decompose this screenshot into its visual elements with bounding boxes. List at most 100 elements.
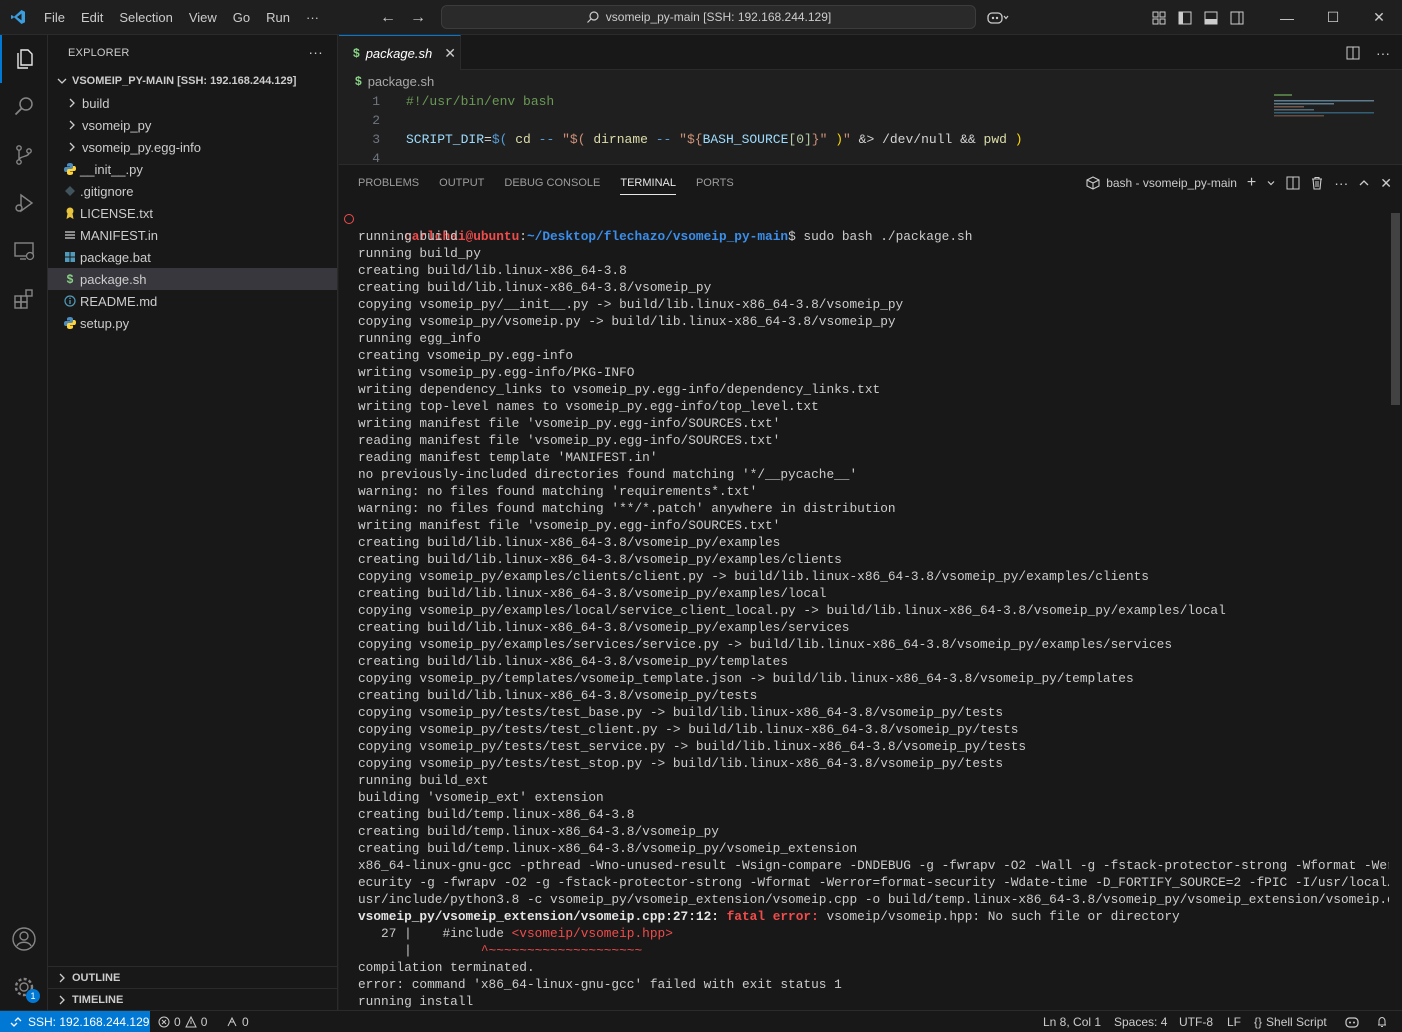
encoding[interactable]: UTF-8 xyxy=(1179,1011,1213,1032)
ports-indicator[interactable]: 0 xyxy=(226,1011,249,1032)
outline-section[interactable]: OUTLINE xyxy=(48,966,338,988)
tree-file[interactable]: LICENSE.txt xyxy=(48,202,337,224)
timeline-section[interactable]: TIMELINE xyxy=(48,988,338,1010)
run-debug-icon[interactable] xyxy=(0,179,48,227)
panel-more-icon[interactable]: ··· xyxy=(1334,175,1348,191)
notifications-bell-icon[interactable] xyxy=(1376,1011,1388,1032)
remote-indicator[interactable]: SSH: 192.168.244.129 xyxy=(0,1011,150,1032)
terminal-line: no previously-included directories found… xyxy=(358,467,858,482)
tree-file[interactable]: $ package.sh xyxy=(48,268,337,290)
terminal-actions: bash - vsomeip_py-main + ··· ✕ xyxy=(1086,165,1392,201)
maximize-button[interactable]: ☐ xyxy=(1310,0,1356,35)
code-token: = xyxy=(484,132,492,147)
editor-more-icon[interactable]: ··· xyxy=(1376,45,1390,61)
code-token: "$( xyxy=(562,132,586,147)
tab-problems[interactable]: PROBLEMS xyxy=(348,165,429,201)
copilot-icon[interactable] xyxy=(980,0,1016,35)
terminal-line: creating build/lib.linux-x86_64-3.8/vsom… xyxy=(358,535,781,550)
terminal-scrollbar[interactable] xyxy=(1391,211,1400,1006)
terminal-line: copying vsomeip_py/tests/test_service.py… xyxy=(358,739,1027,754)
tree-file[interactable]: MANIFEST.in xyxy=(48,224,337,246)
code-token: /dev/null xyxy=(874,132,961,147)
tab-debug-console[interactable]: DEBUG CONSOLE xyxy=(494,165,610,201)
tab-ports[interactable]: PORTS xyxy=(686,165,744,201)
customize-layout-icon[interactable] xyxy=(1146,0,1172,35)
scrollbar-thumb[interactable] xyxy=(1391,213,1400,405)
extensions-icon[interactable] xyxy=(0,275,48,323)
tab-package-sh[interactable]: $ package.sh ✕ xyxy=(339,35,461,70)
code-token: pwd xyxy=(983,132,1007,147)
back-arrow-icon[interactable]: ← xyxy=(380,9,396,27)
cursor-position[interactable]: Ln 8, Col 1 xyxy=(1043,1011,1101,1032)
code-token: cd xyxy=(515,132,531,147)
source-control-icon[interactable] xyxy=(0,131,48,179)
terminal-line: writing manifest file 'vsomeip_py.egg-in… xyxy=(358,518,781,533)
tree-folder[interactable]: build xyxy=(48,92,337,114)
toggle-panel-icon[interactable] xyxy=(1198,0,1224,35)
terminal-name[interactable]: bash - vsomeip_py-main xyxy=(1106,176,1237,190)
menu-go[interactable]: Go xyxy=(225,0,258,35)
terminal-line: creating build/temp.linux-x86_64-3.8 xyxy=(358,807,635,822)
close-panel-icon[interactable]: ✕ xyxy=(1380,175,1392,192)
terminal-line: copying vsomeip_py/tests/test_stop.py ->… xyxy=(358,756,1004,771)
indentation[interactable]: Spaces: 4 xyxy=(1114,1011,1167,1032)
menu-view[interactable]: View xyxy=(181,0,225,35)
problems-indicator[interactable]: 0 0 xyxy=(158,1011,207,1032)
command-center[interactable]: vsomeip_py-main [SSH: 192.168.244.129] xyxy=(441,5,976,29)
close-window-button[interactable]: ✕ xyxy=(1356,0,1402,35)
minimap[interactable] xyxy=(1274,92,1384,132)
breadcrumb-file[interactable]: package.sh xyxy=(368,74,435,89)
menu-selection[interactable]: Selection xyxy=(111,0,180,35)
terminal-output[interactable]: carlchai@ubuntu:~/Desktop/flechazo/vsome… xyxy=(339,211,1389,1011)
toggle-secondary-sidebar-icon[interactable] xyxy=(1224,0,1250,35)
terminal-line: copying vsomeip_py/examples/local/servic… xyxy=(358,603,1226,618)
split-editor-icon[interactable] xyxy=(1346,46,1360,60)
menu-run[interactable]: Run xyxy=(258,0,298,35)
maximize-panel-icon[interactable] xyxy=(1358,177,1370,189)
terminal-line: copying vsomeip_py/vsomeip.py -> build/l… xyxy=(358,314,896,329)
end-of-line[interactable]: LF xyxy=(1227,1011,1241,1032)
tree-folder[interactable]: vsomeip_py xyxy=(48,114,337,136)
tree-folder[interactable]: vsomeip_py.egg-info xyxy=(48,136,337,158)
command-failed-icon[interactable] xyxy=(344,214,354,224)
explorer-more-icon[interactable]: ··· xyxy=(308,44,323,60)
minimize-button[interactable]: — xyxy=(1264,0,1310,35)
forward-arrow-icon[interactable]: → xyxy=(410,9,426,27)
copilot-status-icon[interactable] xyxy=(1345,1011,1359,1032)
tree-file[interactable]: __init__.py xyxy=(48,158,337,180)
menu-more[interactable]: ··· xyxy=(298,0,327,35)
code-token: $( xyxy=(491,132,508,147)
tree-item-label: LICENSE.txt xyxy=(80,205,153,221)
tab-terminal[interactable]: TERMINAL xyxy=(610,165,686,201)
remote-explorer-icon[interactable] xyxy=(0,227,48,275)
accounts-icon[interactable] xyxy=(0,915,48,963)
explorer-icon[interactable] xyxy=(0,35,48,83)
chevron-right-icon xyxy=(59,973,65,982)
menu-file[interactable]: File xyxy=(36,0,73,35)
tree-file[interactable]: setup.py xyxy=(48,312,337,334)
windows-icon xyxy=(62,249,78,265)
new-terminal-icon[interactable]: + xyxy=(1247,174,1256,192)
search-icon[interactable] xyxy=(0,83,48,131)
tree-file[interactable]: README.md xyxy=(48,290,337,312)
code-token: " xyxy=(843,132,851,147)
tab-output[interactable]: OUTPUT xyxy=(429,165,494,201)
trash-icon[interactable] xyxy=(1310,176,1324,190)
workspace-root[interactable]: VSOMEIP_PY-MAIN [SSH: 192.168.244.129] xyxy=(48,70,337,92)
code-editor[interactable]: 1 #!/usr/bin/env bash 2 3 SCRIPT_DIR=$( … xyxy=(339,92,1269,168)
terminal-line: creating build/lib.linux-x86_64-3.8/vsom… xyxy=(358,654,789,669)
terminal-line: building 'vsomeip_ext' extension xyxy=(358,790,604,805)
menu-edit[interactable]: Edit xyxy=(73,0,111,35)
manage-gear-icon[interactable]: 1 xyxy=(0,963,48,1011)
close-tab-icon[interactable]: ✕ xyxy=(444,45,456,62)
terminal-line: usr/include/python3.8 -c vsomeip_py/vsom… xyxy=(358,892,1389,907)
tree-file[interactable]: package.bat xyxy=(48,246,337,268)
tree-item-label: setup.py xyxy=(80,315,130,331)
split-terminal-icon[interactable] xyxy=(1286,176,1300,190)
language-label: Shell Script xyxy=(1266,1015,1327,1029)
tree-file[interactable]: .gitignore xyxy=(48,180,337,202)
language-mode[interactable]: {} Shell Script xyxy=(1254,1011,1327,1032)
chevron-down-icon[interactable] xyxy=(1266,178,1276,188)
toggle-sidebar-icon[interactable] xyxy=(1172,0,1198,35)
terminal-line: creating build/temp.linux-x86_64-3.8/vso… xyxy=(358,841,858,856)
